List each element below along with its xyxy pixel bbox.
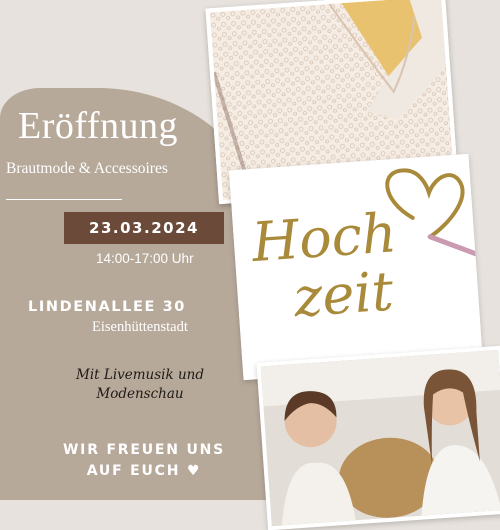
address-city: Eisenhüttenstadt	[92, 319, 188, 335]
heart-icon: ♥	[186, 463, 202, 479]
date-badge: 23.03.2024	[64, 212, 224, 244]
closing-line1: WIR FREUEN UNS	[62, 442, 226, 458]
subtitle: Brautmode & Accessoires	[6, 160, 168, 177]
address-street: LINDENALLEE 30	[28, 299, 186, 315]
event-date: 23.03.2024	[89, 219, 199, 237]
photo-owners	[256, 345, 500, 530]
hochzeit-line2: zeit	[291, 260, 396, 330]
extras-text: Mit Livemusik und Modenschau	[50, 366, 230, 404]
hochzeit-logo: Hoch zeit	[228, 153, 484, 381]
page-title: Eröffnung	[18, 105, 178, 147]
event-time: 14:00-17:00 Uhr	[96, 251, 194, 266]
closing-line2: AUF EUCH	[86, 463, 181, 479]
extras-line1: Mit Livemusik und	[76, 367, 204, 383]
closing-text: WIR FREUEN UNS AUF EUCH ♥	[28, 440, 260, 482]
extras-line2: Modenschau	[96, 386, 184, 402]
divider	[6, 199, 122, 200]
hochzeit-card: Hoch zeit	[228, 153, 484, 381]
